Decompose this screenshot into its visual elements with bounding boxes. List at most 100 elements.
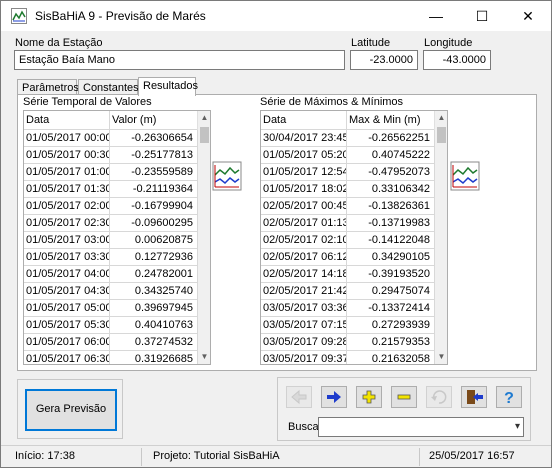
scroll-up-arrow-icon[interactable]: ▲: [435, 111, 447, 125]
station-name-field[interactable]: Estação Baía Mano: [14, 50, 345, 70]
series-value-cell[interactable]: -0.09600295: [110, 215, 198, 232]
prior-record-button[interactable]: [286, 386, 312, 408]
series-chart-icon[interactable]: [212, 161, 242, 191]
series-date-cell[interactable]: 01/05/2017 05:00: [24, 300, 110, 317]
extremes-title: Série de Máximos & Mínimos: [260, 96, 404, 108]
generate-forecast-button[interactable]: Gera Previsão: [25, 389, 117, 431]
series-row[interactable]: 01/05/2017 06:30 0.31926685: [24, 351, 198, 364]
series-date-cell[interactable]: 01/05/2017 06:00: [24, 334, 110, 351]
extremes-value-cell[interactable]: 0.34290105: [347, 249, 435, 266]
close-button[interactable]: ✕: [505, 1, 551, 31]
tab-resultados[interactable]: Resultados: [138, 77, 198, 96]
series-date-cell[interactable]: 01/05/2017 00:30: [24, 147, 110, 164]
series-date-cell[interactable]: 01/05/2017 04:00: [24, 266, 110, 283]
extremes-date-cell[interactable]: 01/05/2017 18:02: [261, 181, 347, 198]
extremes-chart-icon[interactable]: [450, 161, 480, 191]
series-header-row: Data Valor (m): [24, 111, 198, 130]
series-date-cell[interactable]: 01/05/2017 04:30: [24, 283, 110, 300]
scroll-down-arrow-icon[interactable]: ▼: [198, 350, 210, 364]
series-value-cell[interactable]: 0.24782001: [110, 266, 198, 283]
extremes-value-cell[interactable]: -0.39193520: [347, 266, 435, 283]
cancel-edit-button[interactable]: [426, 386, 452, 408]
extremes-date-cell[interactable]: 02/05/2017 06:12: [261, 249, 347, 266]
extremes-value-cell[interactable]: 0.21579353: [347, 334, 435, 351]
extremes-date-cell[interactable]: 03/05/2017 09:28: [261, 334, 347, 351]
series-scrollbar[interactable]: ▲ ▼: [197, 111, 210, 364]
extremes-value-cell[interactable]: 0.27293939: [347, 317, 435, 334]
series-col-value-header[interactable]: Valor (m): [110, 111, 198, 130]
status-datetime: 25/05/2017 16:57: [429, 450, 515, 462]
series-value-cell[interactable]: -0.16799904: [110, 198, 198, 215]
extremes-value-cell[interactable]: 0.29475074: [347, 283, 435, 300]
extremes-value-cell[interactable]: -0.47952073: [347, 164, 435, 181]
latitude-field[interactable]: -23.0000: [350, 50, 418, 70]
chevron-down-icon[interactable]: ▾: [515, 421, 520, 432]
search-combobox[interactable]: ▾: [318, 417, 524, 437]
next-record-button[interactable]: [321, 386, 347, 408]
extremes-date-cell[interactable]: 03/05/2017 09:37: [261, 351, 347, 364]
longitude-label: Longitude: [424, 37, 473, 49]
series-value-cell[interactable]: 0.12772936: [110, 249, 198, 266]
series-date-cell[interactable]: 01/05/2017 06:30: [24, 351, 110, 364]
longitude-field[interactable]: -43.0000: [423, 50, 491, 70]
extremes-date-cell[interactable]: 30/04/2017 23:45: [261, 130, 347, 147]
series-value-cell[interactable]: 0.31926685: [110, 351, 198, 364]
extremes-date-cell[interactable]: 01/05/2017 12:54: [261, 164, 347, 181]
extremes-value-cell[interactable]: -0.26562251: [347, 130, 435, 147]
series-date-cell[interactable]: 01/05/2017 05:30: [24, 317, 110, 334]
scroll-thumb[interactable]: [437, 127, 446, 143]
series-date-cell[interactable]: 01/05/2017 03:30: [24, 249, 110, 266]
series-date-cell[interactable]: 01/05/2017 00:00: [24, 130, 110, 147]
help-button[interactable]: ?: [496, 386, 522, 408]
station-name-label: Nome da Estação: [15, 37, 103, 49]
extremes-value-cell[interactable]: 0.33106342: [347, 181, 435, 198]
extremes-date-cell[interactable]: 01/05/2017 05:20: [261, 147, 347, 164]
series-value-cell[interactable]: 0.00620875: [110, 232, 198, 249]
series-grid[interactable]: Data Valor (m) ▲ ▼ 01/05/2017 00:00 -0.26…: [23, 110, 211, 365]
insert-record-button[interactable]: [356, 386, 382, 408]
extremes-value-cell[interactable]: -0.13719983: [347, 215, 435, 232]
extremes-date-cell[interactable]: 03/05/2017 07:15: [261, 317, 347, 334]
extremes-date-cell[interactable]: 02/05/2017 01:13: [261, 215, 347, 232]
minimize-button[interactable]: —: [413, 1, 459, 31]
extremes-date-cell[interactable]: 02/05/2017 02:10: [261, 232, 347, 249]
extremes-date-cell[interactable]: 03/05/2017 03:36: [261, 300, 347, 317]
series-value-cell[interactable]: 0.34325740: [110, 283, 198, 300]
series-value-cell[interactable]: 0.40410763: [110, 317, 198, 334]
extremes-value-cell[interactable]: -0.13372414: [347, 300, 435, 317]
extremes-value-cell[interactable]: 0.21632058: [347, 351, 435, 364]
series-value-cell[interactable]: 0.37274532: [110, 334, 198, 351]
scroll-thumb[interactable]: [200, 127, 209, 143]
extremes-row[interactable]: 03/05/2017 09:37 0.21632058: [261, 351, 435, 364]
series-value-cell[interactable]: 0.39697945: [110, 300, 198, 317]
extremes-value-cell[interactable]: -0.13826361: [347, 198, 435, 215]
extremes-value-cell[interactable]: -0.14122048: [347, 232, 435, 249]
extremes-date-cell[interactable]: 02/05/2017 14:18: [261, 266, 347, 283]
app-logo-icon: [11, 8, 27, 24]
extremes-scrollbar[interactable]: ▲ ▼: [434, 111, 447, 364]
extremes-date-cell[interactable]: 02/05/2017 21:42: [261, 283, 347, 300]
undo-icon: [431, 390, 447, 404]
series-date-cell[interactable]: 01/05/2017 02:30: [24, 215, 110, 232]
series-date-cell[interactable]: 01/05/2017 02:00: [24, 198, 110, 215]
scroll-up-arrow-icon[interactable]: ▲: [198, 111, 210, 125]
series-date-cell[interactable]: 01/05/2017 03:00: [24, 232, 110, 249]
extremes-date-cell[interactable]: 02/05/2017 00:45: [261, 198, 347, 215]
scroll-down-arrow-icon[interactable]: ▼: [435, 350, 447, 364]
delete-record-button[interactable]: [391, 386, 417, 408]
series-value-cell[interactable]: -0.25177813: [110, 147, 198, 164]
series-value-cell[interactable]: -0.21119364: [110, 181, 198, 198]
plus-icon: [362, 390, 376, 404]
status-separator: [141, 448, 142, 466]
extremes-value-cell[interactable]: 0.40745222: [347, 147, 435, 164]
maximize-button[interactable]: ☐: [459, 1, 505, 31]
series-col-date-header[interactable]: Data: [24, 111, 110, 130]
extremes-grid[interactable]: Data Max & Min (m) ▲ ▼ 30/04/2017 23:45-…: [260, 110, 448, 365]
extremes-col-date-header[interactable]: Data: [261, 111, 347, 130]
series-date-cell[interactable]: 01/05/2017 01:00: [24, 164, 110, 181]
extremes-col-value-header[interactable]: Max & Min (m): [347, 111, 435, 130]
series-value-cell[interactable]: -0.23559589: [110, 164, 198, 181]
exit-button[interactable]: [461, 386, 487, 408]
series-date-cell[interactable]: 01/05/2017 01:30: [24, 181, 110, 198]
series-value-cell[interactable]: -0.26306654: [110, 130, 198, 147]
